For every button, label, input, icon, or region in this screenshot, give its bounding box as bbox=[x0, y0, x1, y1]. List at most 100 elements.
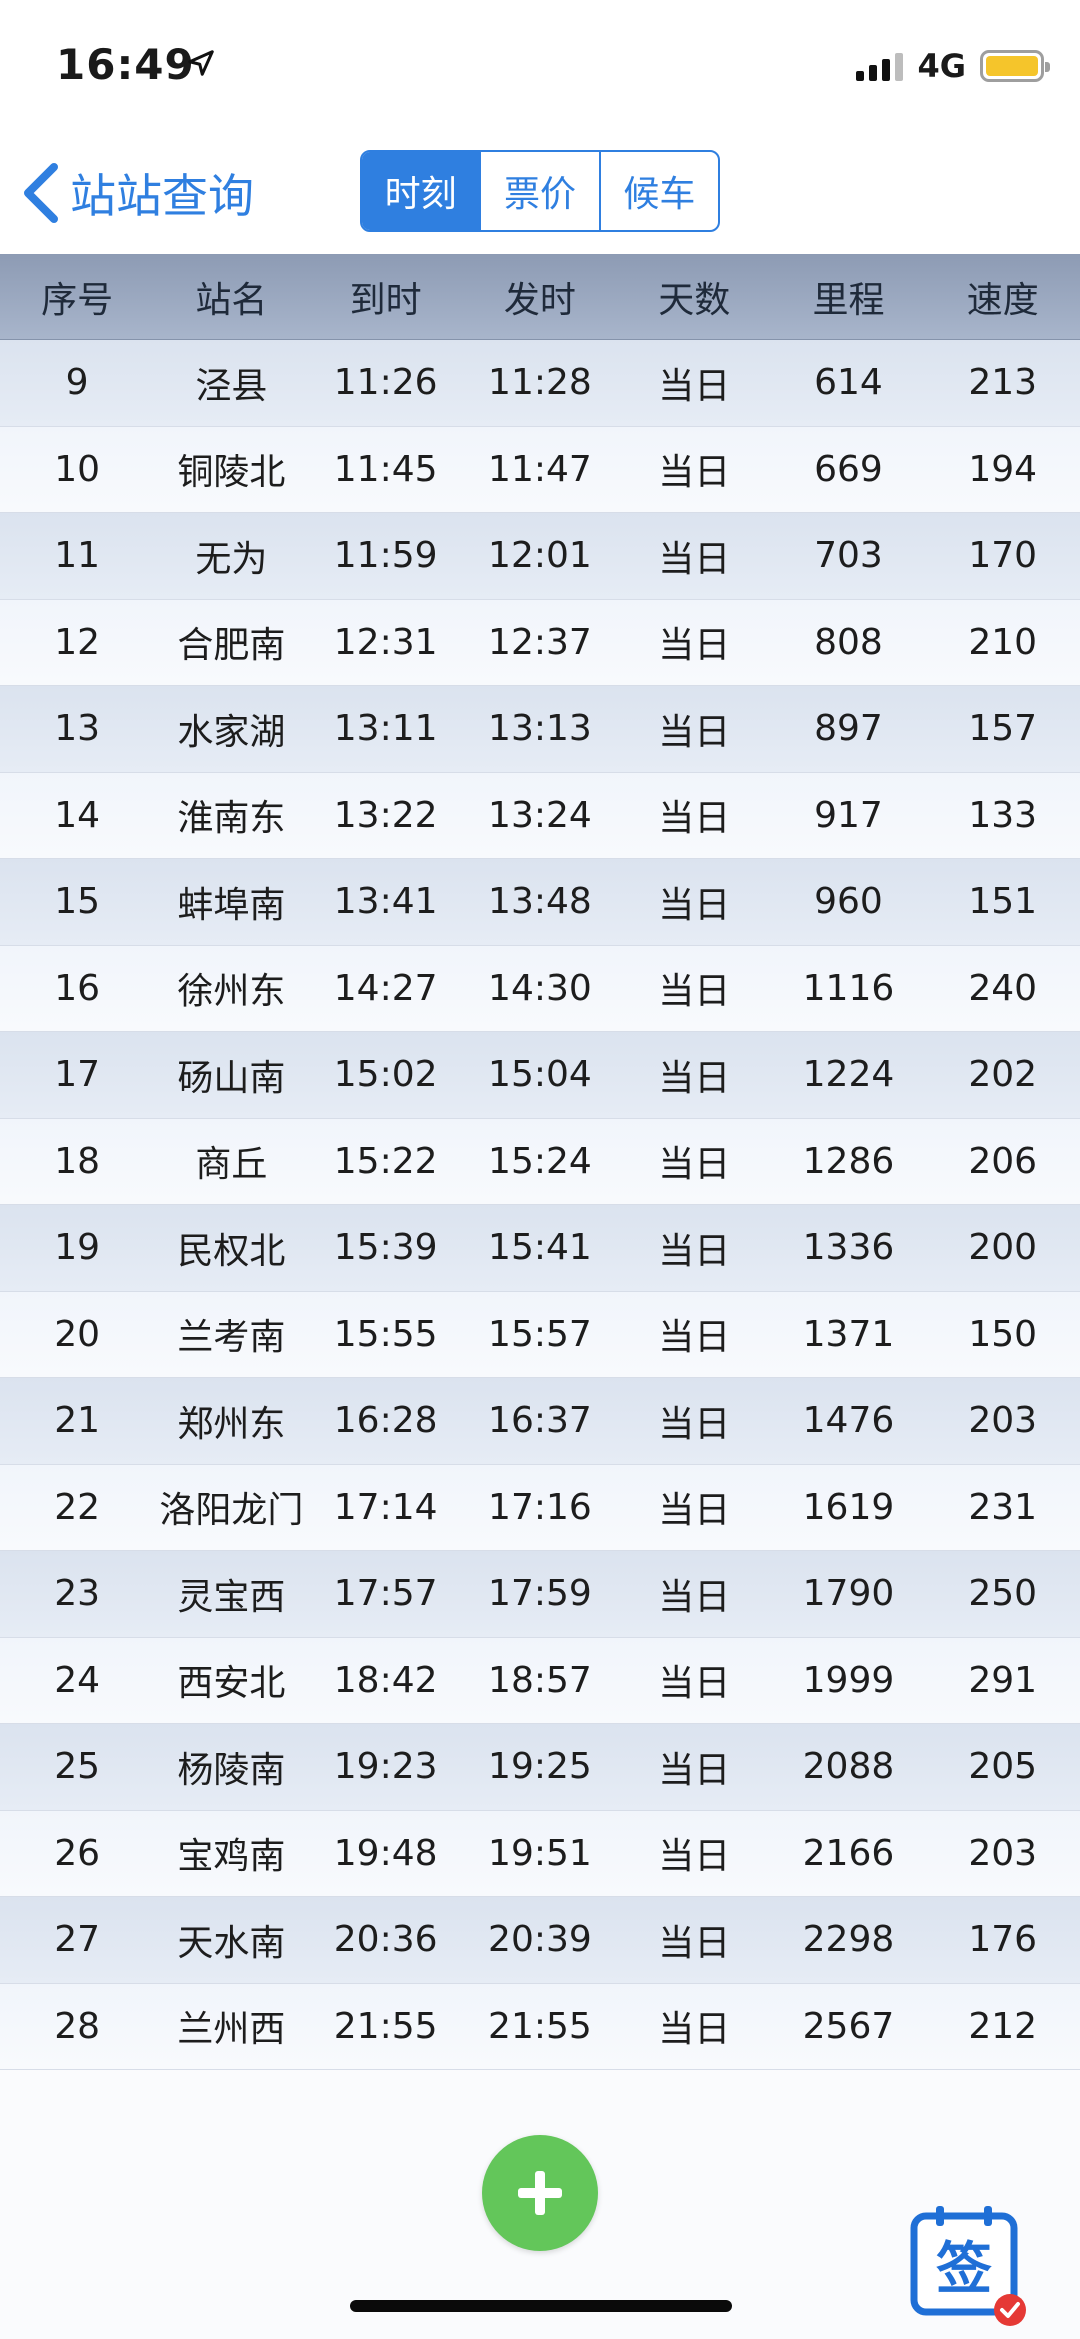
column-header: 速度 bbox=[966, 279, 1039, 321]
sign-in-button[interactable]: 签 bbox=[906, 2200, 1030, 2328]
table-row[interactable]: 12 合肥南 12:31 12:37 当日 808 210 bbox=[0, 599, 1080, 686]
day-offset: 当日 bbox=[658, 798, 731, 840]
arrival-time: 18:42 bbox=[333, 1659, 438, 1701]
table-row[interactable]: 10 铜陵北 11:45 11:47 当日 669 194 bbox=[0, 426, 1080, 513]
arrival-time: 14:27 bbox=[333, 967, 438, 1009]
column-header: 到时 bbox=[349, 279, 422, 321]
speed: 151 bbox=[968, 881, 1038, 923]
departure-time: 21:55 bbox=[488, 2005, 592, 2047]
nav-bar: 站站查询 时刻 票价 候车 bbox=[0, 130, 1080, 254]
tab-schedule[interactable]: 时刻 bbox=[362, 152, 480, 230]
arrival-time: 21:55 bbox=[333, 2005, 438, 2047]
tab-fare[interactable]: 票价 bbox=[479, 152, 598, 230]
station-name: 天水南 bbox=[177, 1922, 286, 1964]
arrival-time: 19:48 bbox=[333, 1832, 438, 1874]
row-number: 20 bbox=[54, 1313, 101, 1355]
table-row[interactable]: 26 宝鸡南 19:48 19:51 当日 2166 203 bbox=[0, 1810, 1080, 1897]
plus-icon bbox=[518, 2171, 562, 2215]
departure-time: 12:37 bbox=[488, 621, 592, 663]
signal-icon bbox=[856, 51, 904, 81]
back-button[interactable]: 站站查询 bbox=[18, 158, 254, 228]
departure-time: 17:16 bbox=[488, 1486, 592, 1528]
day-offset: 当日 bbox=[658, 1403, 731, 1445]
table-row[interactable]: 21 郑州东 16:28 16:37 当日 1476 203 bbox=[0, 1378, 1080, 1465]
table-row[interactable]: 18 商丘 15:22 15:24 当日 1286 206 bbox=[0, 1118, 1080, 1205]
station-name: 无为 bbox=[195, 538, 268, 580]
distance: 1336 bbox=[802, 1227, 895, 1269]
departure-time: 15:04 bbox=[488, 1054, 592, 1096]
day-offset: 当日 bbox=[658, 365, 731, 407]
day-offset: 当日 bbox=[658, 1144, 731, 1186]
home-indicator bbox=[350, 2300, 732, 2312]
speed: 203 bbox=[968, 1832, 1038, 1874]
column-header: 里程 bbox=[812, 279, 885, 321]
table-row[interactable]: 13 水家湖 13:11 13:13 当日 897 157 bbox=[0, 686, 1080, 773]
location-arrow-icon bbox=[188, 50, 214, 76]
row-number: 13 bbox=[54, 708, 101, 750]
table-row[interactable]: 16 徐州东 14:27 14:30 当日 1116 240 bbox=[0, 945, 1080, 1032]
day-offset: 当日 bbox=[658, 1749, 731, 1791]
station-name: 灵宝西 bbox=[177, 1576, 286, 1618]
day-offset: 当日 bbox=[658, 452, 731, 494]
speed: 205 bbox=[968, 1746, 1038, 1788]
station-name: 砀山南 bbox=[177, 1057, 286, 1099]
table-row[interactable]: 24 西安北 18:42 18:57 当日 1999 291 bbox=[0, 1637, 1080, 1724]
speed: 203 bbox=[968, 1400, 1038, 1442]
departure-time: 15:24 bbox=[488, 1140, 592, 1182]
status-bar: 16:49 4G bbox=[0, 0, 1080, 130]
station-name: 蚌埠南 bbox=[177, 884, 286, 926]
row-number: 19 bbox=[54, 1227, 101, 1269]
distance: 2166 bbox=[802, 1832, 895, 1874]
back-label: 站站查询 bbox=[70, 169, 254, 223]
distance: 703 bbox=[814, 535, 883, 577]
table-row[interactable]: 25 杨陵南 19:23 19:25 当日 2088 205 bbox=[0, 1724, 1080, 1811]
distance: 897 bbox=[814, 708, 883, 750]
column-header: 序号 bbox=[41, 279, 114, 321]
table-row[interactable]: 17 砀山南 15:02 15:04 当日 1224 202 bbox=[0, 1032, 1080, 1119]
row-number: 15 bbox=[54, 881, 101, 923]
column-header: 天数 bbox=[658, 279, 731, 321]
row-number: 21 bbox=[54, 1400, 101, 1442]
station-name: 郑州东 bbox=[177, 1403, 286, 1445]
arrival-time: 13:22 bbox=[333, 794, 438, 836]
speed: 250 bbox=[968, 1573, 1038, 1615]
day-offset: 当日 bbox=[658, 1663, 731, 1705]
speed: 202 bbox=[968, 1054, 1038, 1096]
table-row[interactable]: 28 兰州西 21:55 21:55 当日 2567 212 bbox=[0, 1983, 1080, 2070]
table-row[interactable]: 19 民权北 15:39 15:41 当日 1336 200 bbox=[0, 1205, 1080, 1292]
tab-waiting[interactable]: 候车 bbox=[598, 152, 718, 230]
day-offset: 当日 bbox=[658, 2009, 731, 2051]
departure-time: 17:59 bbox=[488, 1573, 592, 1615]
day-offset: 当日 bbox=[658, 1922, 731, 1964]
arrival-time: 17:57 bbox=[333, 1573, 438, 1615]
departure-time: 13:24 bbox=[488, 794, 592, 836]
departure-time: 13:48 bbox=[488, 881, 592, 923]
table-row[interactable]: 9 泾县 11:26 11:28 当日 614 213 bbox=[0, 340, 1080, 427]
row-number: 22 bbox=[54, 1486, 101, 1528]
station-name: 合肥南 bbox=[177, 625, 286, 667]
distance: 2088 bbox=[802, 1746, 895, 1788]
table-row[interactable]: 14 淮南东 13:22 13:24 当日 917 133 bbox=[0, 772, 1080, 859]
column-header: 发时 bbox=[503, 279, 576, 321]
table-row[interactable]: 15 蚌埠南 13:41 13:48 当日 960 151 bbox=[0, 859, 1080, 946]
arrival-time: 15:02 bbox=[333, 1054, 438, 1096]
speed: 194 bbox=[968, 448, 1038, 490]
distance: 1999 bbox=[802, 1659, 895, 1701]
row-number: 12 bbox=[54, 621, 101, 663]
table-row[interactable]: 23 灵宝西 17:57 17:59 当日 1790 250 bbox=[0, 1551, 1080, 1638]
speed: 133 bbox=[968, 794, 1038, 836]
day-offset: 当日 bbox=[658, 1576, 731, 1618]
row-number: 9 bbox=[65, 362, 89, 404]
table-row[interactable]: 27 天水南 20:36 20:39 当日 2298 176 bbox=[0, 1897, 1080, 1984]
table-row[interactable]: 22 洛阳龙门 17:14 17:16 当日 1619 231 bbox=[0, 1464, 1080, 1551]
arrival-time: 11:59 bbox=[333, 535, 438, 577]
table-row[interactable]: 20 兰考南 15:55 15:57 当日 1371 150 bbox=[0, 1291, 1080, 1378]
day-offset: 当日 bbox=[658, 711, 731, 753]
distance: 1116 bbox=[802, 967, 895, 1009]
station-name: 民权北 bbox=[177, 1230, 286, 1272]
schedule-table-body: 9 泾县 11:26 11:28 当日 614 213 10 铜陵北 11:45 11:47 当日 66… bbox=[0, 340, 1080, 2070]
table-row[interactable]: 11 无为 11:59 12:01 当日 703 170 bbox=[0, 513, 1080, 600]
distance: 2298 bbox=[802, 1919, 895, 1961]
add-button[interactable] bbox=[482, 2135, 598, 2251]
battery-icon bbox=[980, 50, 1050, 82]
